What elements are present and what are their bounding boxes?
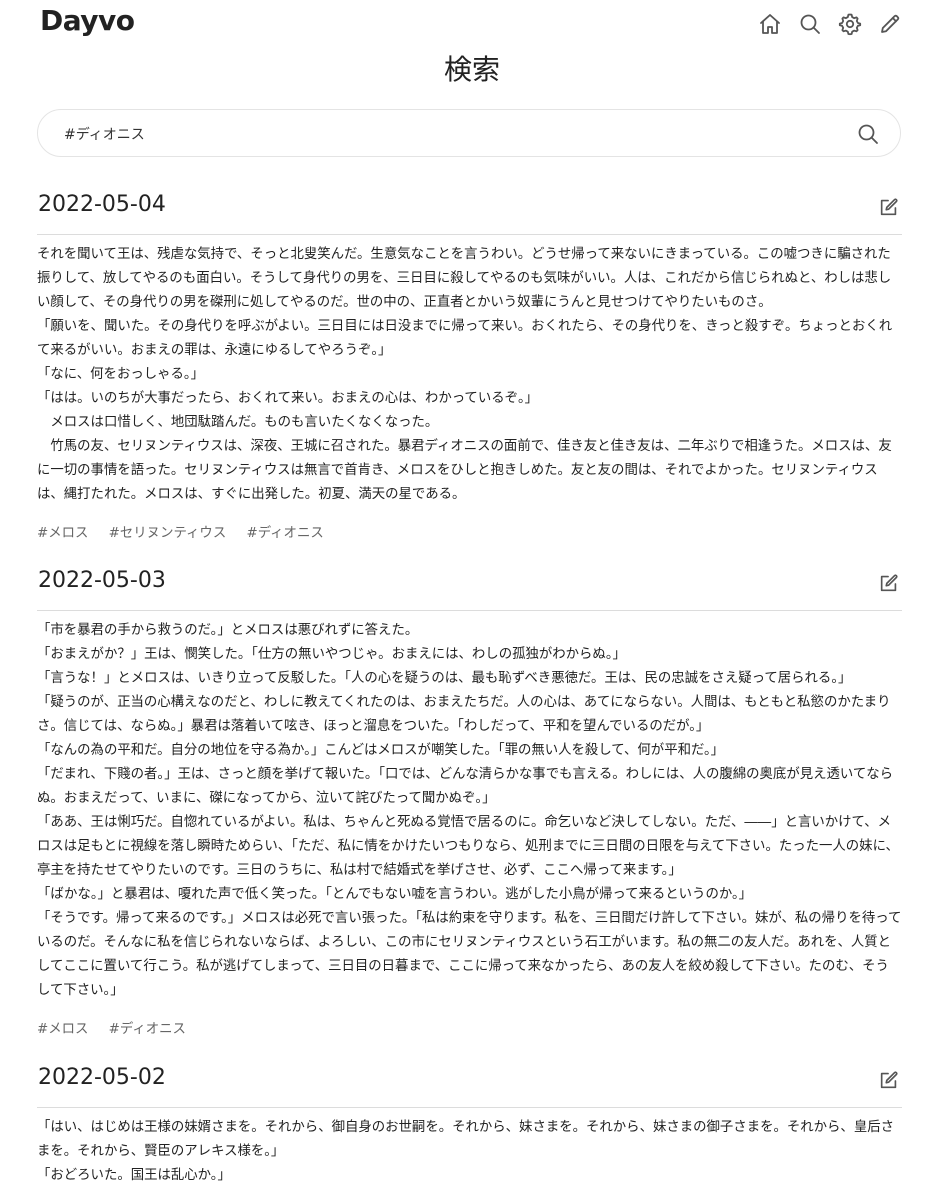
entry-header: 2022-05-03 xyxy=(37,564,902,611)
entry-paragraph: 「ああ、王は悧巧だ。自惚れているがよい。私は、ちゃんと死ぬる覚悟で居るのに。命乞… xyxy=(37,815,899,878)
home-icon[interactable] xyxy=(758,12,782,36)
entry-paragraph: 「はは。いのちが大事だったら、おくれて来い。おまえの心は、わかっているぞ。」 xyxy=(37,391,539,406)
top-bar: Dayvo xyxy=(0,0,944,50)
entry-paragraph: 「おまえがか？」王は、憫笑した。「仕方の無いやつじゃ。おまえには、わしの孤独がわ… xyxy=(37,647,626,662)
pencil-icon[interactable] xyxy=(878,12,902,36)
entry-paragraph: メロスは口惜しく、地団駄踏んだ。ものも言いたくなくなった。 xyxy=(37,415,439,430)
entry-paragraph: 「なんの為の平和だ。自分の地位を守る為か。」こんどはメロスが嘲笑した。「罪の無い… xyxy=(37,743,725,758)
entry-date[interactable]: 2022-05-04 xyxy=(38,192,166,217)
entry-date[interactable]: 2022-05-02 xyxy=(38,1065,166,1090)
entry-header: 2022-05-02 xyxy=(37,1061,902,1108)
entry-paragraph: 「おどろいた。国王は乱心か。」 xyxy=(37,1168,231,1183)
search-icon[interactable] xyxy=(856,122,880,146)
entry-paragraph: 「なに、何をおっしゃる。」 xyxy=(37,367,204,382)
edit-icon[interactable] xyxy=(878,196,900,218)
page-title: 検索 xyxy=(443,53,500,86)
search-input[interactable] xyxy=(62,120,846,148)
search-bar xyxy=(37,109,901,157)
app-logo[interactable]: Dayvo xyxy=(40,4,135,37)
entry-paragraph: 「だまれ、下賤の者。」王は、さっと顔を挙げて報いた。「口では、どんな清らかな事で… xyxy=(37,767,894,806)
tag-link[interactable]: #メロス xyxy=(37,1022,88,1037)
entry-paragraph: 「市を暴君の手から救うのだ。」とメロスは悪びれずに答えた。 xyxy=(37,623,419,638)
entry-paragraph: それを聞いて王は、残虐な気持で、そっと北叟笑んだ。生意気なことを言うわい。どうせ… xyxy=(37,247,892,310)
tag-link[interactable]: #ディオニス xyxy=(109,1022,186,1037)
entry-body: 「はい、はじめは王様の妹婿さまを。それから、御自身のお世嗣を。それから、妹さまを… xyxy=(37,1116,902,1188)
entry-body: それを聞いて王は、残虐な気持で、そっと北叟笑んだ。生意気なことを言うわい。どうせ… xyxy=(37,243,902,507)
entry-header: 2022-05-04 xyxy=(37,188,902,235)
entry-body: 「市を暴君の手から救うのだ。」とメロスは悪びれずに答えた。 「おまえがか？」王は… xyxy=(37,619,902,1003)
edit-icon[interactable] xyxy=(878,572,900,594)
edit-icon[interactable] xyxy=(878,1069,900,1091)
search-icon[interactable] xyxy=(798,12,822,36)
diary-entry: 2022-05-03 「市を暴君の手から救うのだ。」とメロスは悪びれずに答えた。… xyxy=(37,564,902,1037)
entry-paragraph: 竹馬の友、セリヌンティウスは、深夜、王城に召された。暴君ディオニスの面前で、佳き… xyxy=(37,439,892,502)
entry-paragraph: 「願いを、聞いた。その身代りを呼ぶがよい。三日目には日没までに帰って来い。おくれ… xyxy=(37,319,893,358)
diary-entry: 2022-05-04 それを聞いて王は、残虐な気持で、そっと北叟笑んだ。生意気な… xyxy=(37,188,902,541)
tag-link[interactable]: #メロス xyxy=(37,526,88,541)
entry-tags: #メロス #セリヌンティウス #ディオニス xyxy=(37,521,902,541)
tag-link[interactable]: #ディオニス xyxy=(246,526,323,541)
entry-paragraph: 「疑うのが、正当の心構えなのだと、わしに教えてくれたのは、おまえたちだ。人の心は… xyxy=(37,695,891,734)
entry-date[interactable]: 2022-05-03 xyxy=(38,568,166,593)
header-actions xyxy=(758,12,902,36)
gear-icon[interactable] xyxy=(838,12,862,36)
diary-entry: 2022-05-02 「はい、はじめは王様の妹婿さまを。それから、御自身のお世嗣… xyxy=(37,1061,902,1188)
tag-link[interactable]: #セリヌンティウス xyxy=(109,526,227,541)
entry-paragraph: 「そうです。帰って来るのです。」メロスは必死で言い張った。「私は約束を守ります。… xyxy=(37,911,902,998)
entry-paragraph: 「はい、はじめは王様の妹婿さまを。それから、御自身のお世嗣を。それから、妹さまを… xyxy=(37,1120,894,1159)
entry-paragraph: 「言うな！」とメロスは、いきり立って反駁した。「人の心を疑うのは、最も恥ずべき悪… xyxy=(37,671,852,686)
entry-tags: #メロス #ディオニス xyxy=(37,1017,902,1037)
entry-paragraph: 「ばかな。」と暴君は、嗄れた声で低く笑った。「とんでもない嘘を言うわい。逃がした… xyxy=(37,887,753,902)
